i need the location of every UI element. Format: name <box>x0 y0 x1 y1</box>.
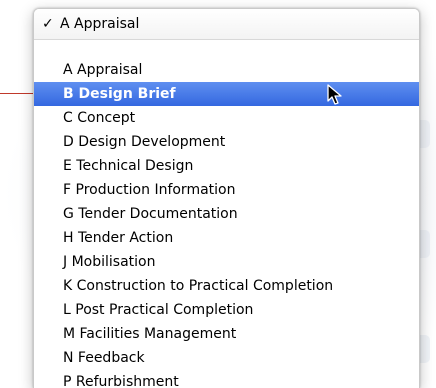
dropdown-option[interactable]: J Mobilisation <box>34 250 419 274</box>
dropdown-current-value[interactable]: ✓ A Appraisal <box>34 9 419 40</box>
dropdown-option-list: A Appraisal B Design Brief C Concept D Desi… <box>34 40 419 388</box>
dropdown-option[interactable]: E Technical Design <box>34 154 419 178</box>
dropdown-option[interactable]: K Construction to Practical Completion <box>34 274 419 298</box>
dropdown-option[interactable]: H Tender Action <box>34 226 419 250</box>
dropdown-option[interactable]: L Post Practical Completion <box>34 298 419 322</box>
dropdown-menu: ✓ A Appraisal A Appraisal B Design Brief C… <box>33 8 420 388</box>
dropdown-option-highlighted[interactable]: B Design Brief <box>34 82 419 106</box>
dropdown-option[interactable]: M Facilities Management <box>34 322 419 346</box>
dropdown-option[interactable]: F Production Information <box>34 178 419 202</box>
dropdown-option[interactable]: A Appraisal <box>34 58 419 82</box>
current-value-label: A Appraisal <box>60 16 140 32</box>
dropdown-option[interactable]: G Tender Documentation <box>34 202 419 226</box>
dropdown-option[interactable]: D Design Development <box>34 130 419 154</box>
checkmark-icon: ✓ <box>42 16 54 32</box>
mouse-pointer-icon <box>327 84 342 105</box>
dropdown-option[interactable]: N Feedback <box>34 346 419 370</box>
dropdown-option[interactable]: P Refurbishment <box>34 370 419 388</box>
dropdown-option[interactable]: C Concept <box>34 106 419 130</box>
